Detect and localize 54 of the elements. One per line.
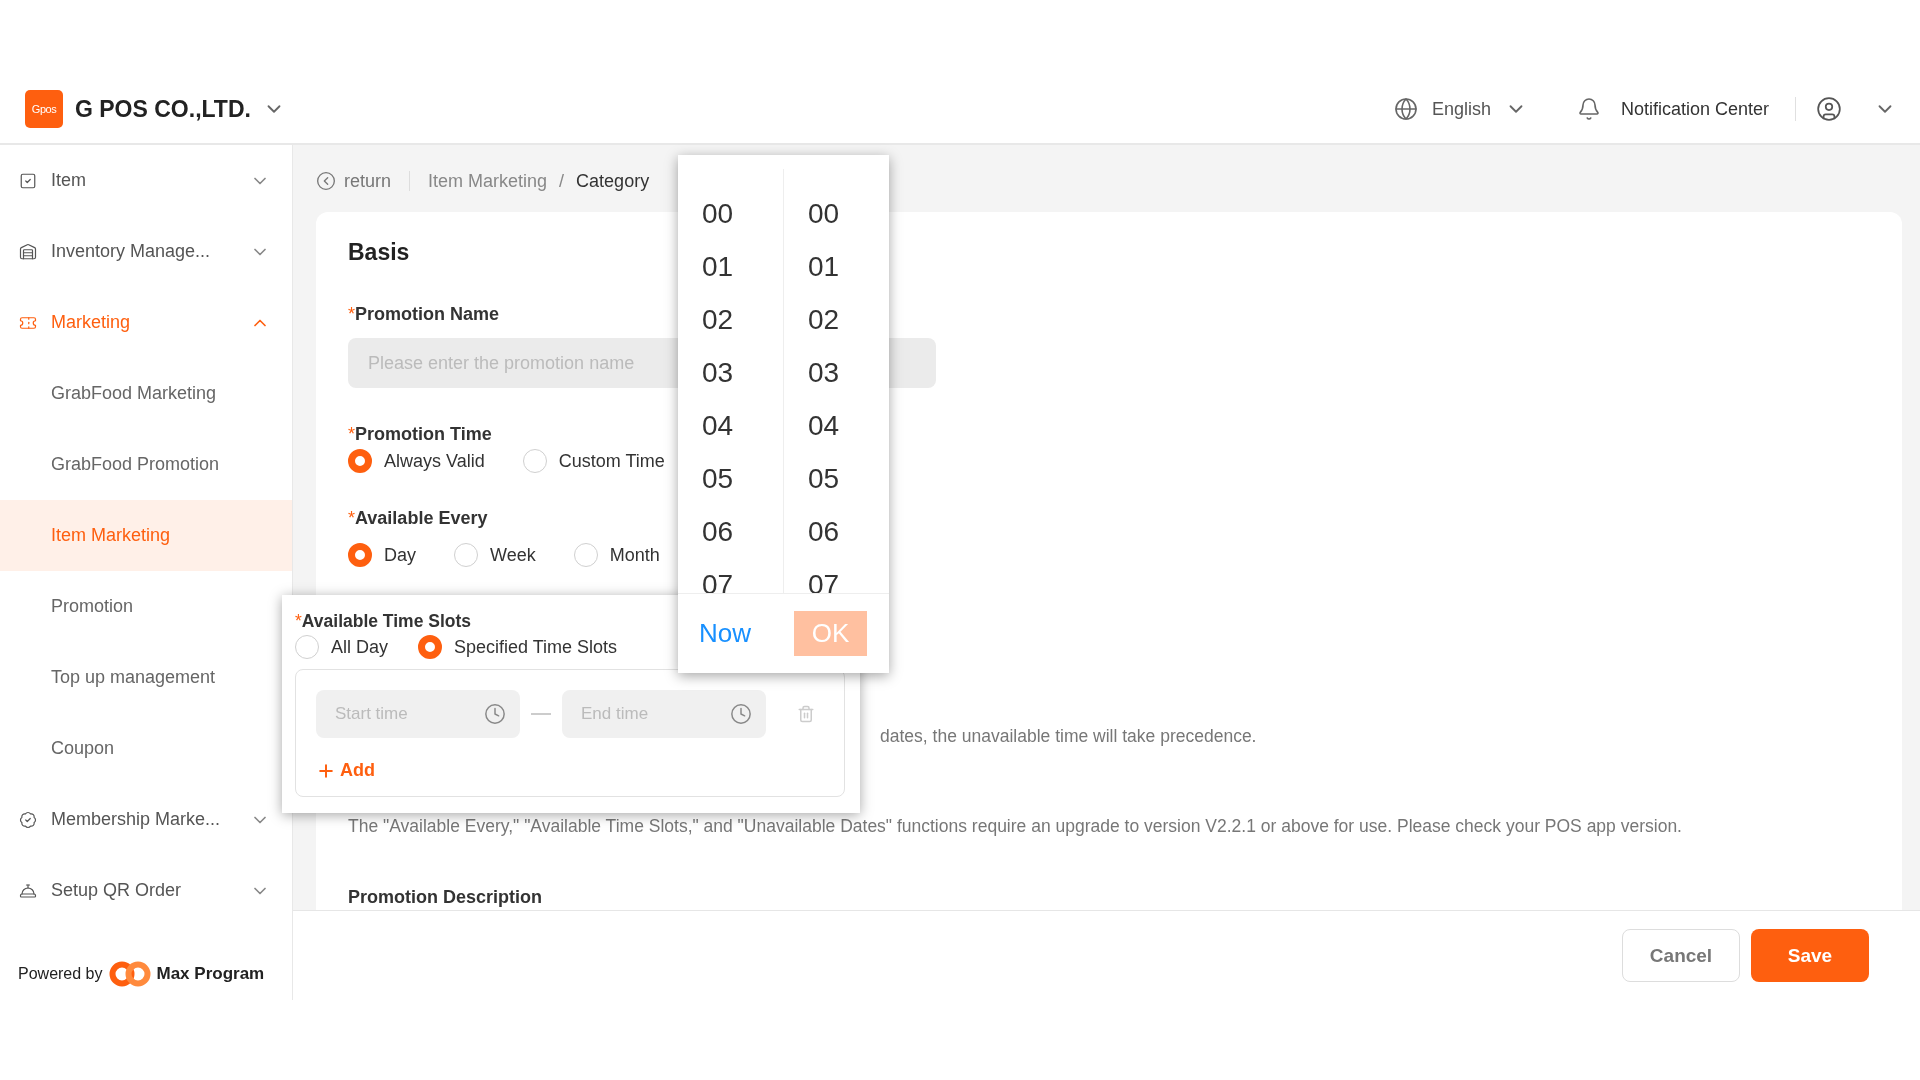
- cancel-button[interactable]: Cancel: [1622, 929, 1740, 982]
- return-link[interactable]: return: [316, 170, 392, 192]
- breadcrumb-separator: /: [559, 170, 565, 192]
- radio-option[interactable]: Custom Time: [522, 449, 665, 473]
- notification-center-link[interactable]: Notification Center: [1620, 98, 1769, 120]
- hour-option[interactable]: 01: [678, 240, 783, 293]
- warehouse-icon: [19, 242, 37, 261]
- square-check-icon: [19, 171, 37, 190]
- radio-option[interactable]: Specified Time Slots: [418, 635, 618, 659]
- brand-logo-icon: [108, 960, 151, 988]
- field-label: *Promotion Time: [348, 424, 492, 444]
- field-label: *Promotion Name: [348, 304, 500, 324]
- hour-option[interactable]: 04: [678, 399, 783, 452]
- back-icon: [316, 171, 336, 191]
- radio-option[interactable]: Always Valid: [348, 449, 485, 473]
- sidebar-item[interactable]: Membership Marke...: [0, 784, 292, 855]
- brand-name: Max Program: [156, 964, 265, 984]
- radio-option[interactable]: Week: [454, 543, 536, 567]
- badge-icon: [19, 810, 37, 829]
- minute-option[interactable]: 07: [784, 558, 889, 593]
- minute-option[interactable]: 00: [784, 187, 889, 240]
- sidebar-item[interactable]: Inventory Manage...: [0, 216, 292, 287]
- sidebar-item[interactable]: Setup QR Order: [0, 855, 292, 926]
- globe-icon[interactable]: [1393, 97, 1418, 121]
- hour-option[interactable]: 00: [678, 187, 783, 240]
- sidebar-subitem[interactable]: GrabFood Marketing: [0, 358, 292, 429]
- sidebar-item[interactable]: Item: [0, 145, 292, 216]
- company-logo: Gpos: [25, 90, 63, 128]
- field-label: Promotion Description: [348, 887, 542, 907]
- version-note: The "Available Every," "Available Time Slots," and "Unavailable Dates" functions require an upgrade to version V2.2.1 or above for use. Please check your POS app version.: [348, 816, 1683, 836]
- radio-option[interactable]: All Day: [295, 635, 388, 659]
- minute-option[interactable]: 05: [784, 452, 889, 505]
- field-label: *Available Time Slots: [295, 611, 472, 631]
- user-avatar-icon[interactable]: [1816, 96, 1842, 122]
- hint-text: dates, the unavailable time will take precedence.: [880, 726, 1258, 746]
- service-bell-icon: [19, 881, 37, 900]
- radio-option[interactable]: Day: [348, 543, 416, 567]
- minute-option[interactable]: 01: [784, 240, 889, 293]
- hour-option[interactable]: 05: [678, 452, 783, 505]
- field-label: *Available Every: [348, 508, 488, 528]
- company-name[interactable]: G POS CO.,LTD.: [75, 95, 251, 123]
- sidebar-subitem[interactable]: GrabFood Promotion: [0, 429, 292, 500]
- powered-by-text: Powered by: [18, 965, 103, 983]
- minute-option[interactable]: 04: [784, 399, 889, 452]
- section-title: Basis: [348, 240, 411, 264]
- language-selector[interactable]: English: [1431, 98, 1491, 120]
- hour-option[interactable]: 07: [678, 558, 783, 593]
- radio-option[interactable]: Month: [573, 543, 660, 567]
- bell-icon[interactable]: [1576, 97, 1601, 121]
- breadcrumb-item[interactable]: Category: [576, 170, 650, 192]
- clock-icon[interactable]: [730, 703, 752, 725]
- hour-option[interactable]: 06: [678, 505, 783, 558]
- clock-icon[interactable]: [484, 703, 506, 725]
- minute-option[interactable]: 06: [784, 505, 889, 558]
